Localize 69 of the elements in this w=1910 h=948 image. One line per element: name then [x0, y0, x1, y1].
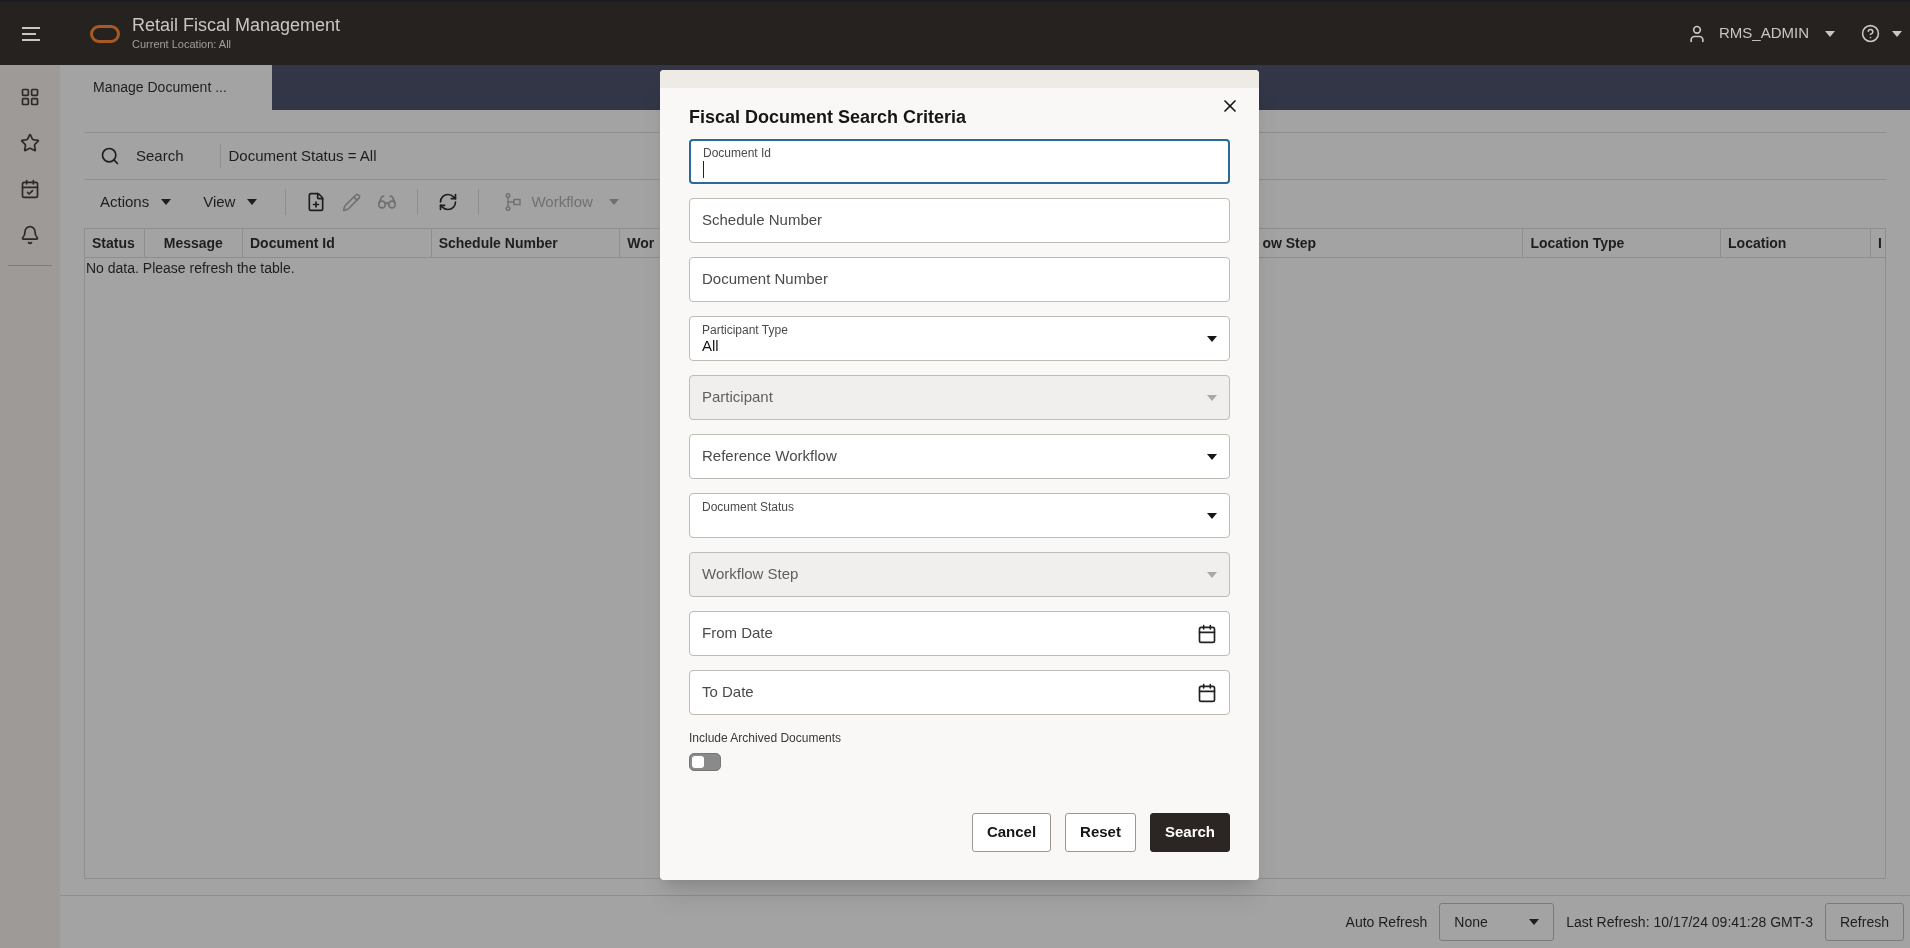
dialog-button[interactable]: Reset — [1065, 813, 1136, 852]
filter-text: Document Status = All — [228, 145, 377, 166]
field-label: From Date — [702, 623, 774, 644]
input-field[interactable]: Schedule Number — [689, 198, 1230, 243]
field-label: Document Id — [703, 145, 773, 160]
caret-icon — [161, 199, 172, 205]
toggle-label: Include Archived Documents — [689, 730, 842, 747]
field-value: All — [702, 336, 719, 355]
grid-icon[interactable] — [20, 87, 40, 107]
text-cursor — [703, 160, 704, 178]
menu-icon[interactable] — [22, 26, 42, 41]
select-field[interactable]: Reference Workflow — [689, 434, 1230, 479]
caret-icon — [247, 199, 258, 205]
field-label: Workflow Step — [702, 564, 800, 585]
select-field[interactable]: Document Status — [689, 493, 1230, 538]
menu-button[interactable]: Actions — [88, 184, 184, 220]
field-label: Participant — [702, 387, 774, 408]
user-icon — [1687, 23, 1707, 44]
user-menu[interactable]: RMS_ADMIN — [1687, 22, 1835, 45]
auto-refresh-select[interactable]: None — [1439, 903, 1555, 941]
column-header[interactable]: Location — [1721, 229, 1871, 257]
app-title: Retail Fiscal Management — [132, 14, 341, 37]
refresh-button[interactable]: Refresh — [1824, 903, 1904, 941]
field-label: Document Number — [702, 269, 829, 290]
date-field[interactable]: To Date — [689, 670, 1230, 715]
caret-icon — [1892, 30, 1902, 37]
column-header[interactable]: I — [1871, 229, 1885, 257]
date-field[interactable]: From Date — [689, 611, 1230, 656]
current-location: Current Location: All — [132, 37, 233, 53]
dialog-button[interactable]: Cancel — [971, 813, 1052, 852]
caret-icon — [1825, 30, 1835, 37]
workflow-icon — [503, 192, 524, 212]
calendar-check-icon[interactable] — [20, 179, 40, 199]
search-button[interactable]: Search — [84, 144, 200, 168]
logo-icon — [90, 23, 120, 44]
star-icon[interactable] — [20, 133, 40, 153]
dropdown-caret-icon — [1207, 571, 1217, 578]
caret-icon — [608, 199, 619, 205]
tab[interactable]: Manage Document ... — [60, 65, 272, 110]
dropdown-caret-icon — [1207, 394, 1217, 401]
field-label: Schedule Number — [702, 210, 824, 231]
bell-icon[interactable] — [20, 225, 40, 245]
field-label: Reference Workflow — [702, 446, 838, 467]
dropdown-caret-icon — [1207, 335, 1217, 342]
menu-button[interactable]: View — [191, 184, 270, 220]
column-header[interactable]: Message — [144, 229, 243, 257]
field-label: To Date — [702, 682, 755, 703]
last-refresh-text: Last Refresh: 10/17/24 09:41:28 GMT-3 — [1566, 912, 1813, 932]
help-icon[interactable] — [1861, 24, 1902, 43]
field-label: Participant Type — [702, 322, 789, 337]
input-field[interactable]: Document Number — [689, 257, 1230, 302]
calendar-icon[interactable] — [1197, 682, 1217, 703]
column-header[interactable]: Location Type — [1523, 229, 1722, 257]
empty-table-message: No data. Please refresh the table. — [85, 259, 296, 278]
select-field[interactable]: Participant Type All — [689, 316, 1230, 361]
column-header[interactable]: Schedule Number — [431, 229, 621, 257]
calendar-icon[interactable] — [1197, 623, 1217, 644]
archive-toggle[interactable] — [689, 753, 721, 771]
input-field[interactable]: Document Id — [689, 139, 1230, 184]
dialog-button[interactable]: Search — [1149, 813, 1230, 852]
search-icon — [100, 146, 120, 166]
column-header[interactable]: Status — [85, 229, 145, 257]
dialog-title: Fiscal Document Search Criteria — [689, 106, 967, 129]
auto-refresh-label: Auto Refresh — [1345, 912, 1428, 932]
field-label: Document Status — [702, 499, 796, 514]
dropdown-caret-icon — [1207, 512, 1217, 519]
dropdown-caret-icon — [1207, 453, 1217, 460]
column-header[interactable]: Document Id — [243, 229, 432, 257]
caret-icon — [1529, 919, 1540, 925]
